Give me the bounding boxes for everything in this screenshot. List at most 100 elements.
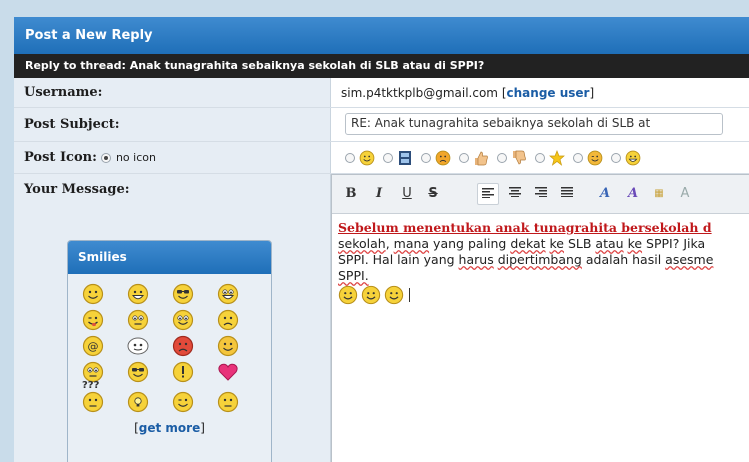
message-text-segment: sekolah [338,236,386,251]
thread-title: Reply to thread: Anak tunagrahita sebaik… [14,54,749,78]
message-line-1: Sebelum menentukan anak tunagrahita bers… [338,220,749,236]
post-icon-radio[interactable] [535,153,545,163]
reply-form: Post a New Reply Reply to thread: Anak t… [14,17,749,462]
username-value-cell: sim.p4tktkplb@gmail.com [change user] [331,78,749,107]
get-more-close: ] [200,421,205,435]
highlight-icon: A [627,186,639,201]
underline-button[interactable]: U [396,183,418,205]
username-row: Username: sim.p4tktkplb@gmail.com [chang… [14,78,749,108]
subject-input[interactable]: RE: Anak tunagrahita sebaiknya sekolah d… [345,113,723,135]
smiley-cool-icon[interactable] [172,283,194,305]
message-text-segment: harus [458,252,494,267]
message-editor[interactable]: B I U S A A ▦ A Sebelum menentukan anak … [331,174,749,462]
grid-icon: ▦ [654,188,664,199]
post-icon-options [331,142,749,173]
align-right-icon [535,187,547,198]
post-icon-option[interactable] [345,150,375,166]
highlight-button[interactable]: A [622,183,644,205]
smiley-question-icon[interactable]: ??? [82,380,104,413]
username-value: sim.p4tktkplb@gmail.com [341,86,498,100]
no-icon-label: no icon [115,151,156,164]
wink-icon [587,150,603,166]
smiley-big-smile-icon[interactable] [127,283,149,305]
align-left-button[interactable] [477,183,499,205]
smiley-smile-icon[interactable] [82,283,104,305]
message-text-segment: SLB [564,236,596,251]
smiley-blush-icon[interactable] [217,335,239,357]
message-line-2: sekolah, mana yang paling dekat ke SLB a… [338,236,749,252]
justify-icon [561,187,573,198]
thumbs-down-icon [511,150,527,166]
editor-content[interactable]: Sebelum menentukan anak tunagrahita bers… [338,220,749,305]
change-user-close: ] [589,86,595,100]
font-color-button[interactable]: A [594,183,616,205]
get-more-wrap: [get more] [68,421,271,435]
smiley-grin-icon[interactable] [217,283,239,305]
post-icon-option[interactable] [611,150,641,166]
smiley-frown-icon[interactable] [217,309,239,331]
post-icon-radio[interactable] [345,153,355,163]
align-left-icon [482,188,494,199]
message-line-3: SPPI. Hal lain yang harus dipertimbang a… [338,252,749,268]
message-text-segment: adalah hasil [581,252,666,267]
smiley-idea-icon[interactable] [127,391,149,413]
message-text-segment: mana [393,236,430,251]
message-label-text: Your Message: [24,182,130,197]
subject-label: Post Subject: [14,108,331,141]
message-text-segment: , [385,236,394,251]
smiley-tongue-icon[interactable] [172,309,194,331]
get-more-link[interactable]: get more [139,421,200,435]
smiley-sleepy-icon[interactable] [172,391,194,413]
post-icon-option[interactable] [421,150,451,166]
smiley-unsure-icon[interactable] [217,391,239,413]
no-icon-radio[interactable] [101,152,112,163]
smiley-cool-glasses-icon[interactable] [127,361,149,383]
post-icon-radio[interactable] [573,153,583,163]
message-text-segment: dekat [510,236,546,251]
message-text-segment: dipertimbang [497,252,582,267]
italic-button[interactable]: I [368,183,390,205]
smiley-heart-icon[interactable] [217,361,239,383]
subject-value-cell: RE: Anak tunagrahita sebaiknya sekolah d… [331,108,749,141]
post-icon-option[interactable] [459,150,489,166]
smiley-confused-icon[interactable] [127,309,149,331]
justify-button[interactable] [556,183,578,205]
message-text-segment: atau [595,236,624,251]
svg-text:@: @ [88,340,99,353]
angry-icon [435,150,451,166]
smiley-wink-icon[interactable] [82,309,104,331]
align-center-button[interactable] [504,183,526,205]
smiley-mad-icon[interactable] [172,335,194,357]
thumbs-up-icon [473,150,489,166]
post-icon-radio[interactable] [421,153,431,163]
post-icon-label: Post Icon: [24,150,97,165]
bold-button[interactable]: B [340,183,362,205]
post-icon-radio[interactable] [497,153,507,163]
editor-toolbar: B I U S A A ▦ A [332,175,749,214]
align-right-button[interactable] [530,183,552,205]
post-icon-radio[interactable] [459,153,469,163]
more-button[interactable]: ▦ [648,183,670,205]
post-icon-row: Post Icon: no icon [14,142,749,174]
change-user-link[interactable]: change user [507,86,590,100]
post-icon-option[interactable] [497,150,527,166]
post-icon-option[interactable] [535,150,565,166]
smilies-title: Smilies [68,241,271,274]
inserted-smile-icon [361,285,381,305]
post-icon-option[interactable] [383,150,413,166]
post-icon-radio[interactable] [383,153,393,163]
smiley-eyes-icon[interactable] [127,335,149,357]
font-size-icon: A [680,186,690,201]
form-title: Post a New Reply [14,17,749,54]
smilies-panel: Smilies @??? [get more] [67,240,272,462]
strikethrough-button[interactable]: S [422,183,444,205]
smiley-exclamation-icon[interactable] [172,361,194,383]
font-size-button[interactable]: A [674,183,696,205]
star-icon [549,150,565,166]
post-icon-list [345,150,649,166]
inserted-smile-icon [338,285,358,305]
smiley-at-icon[interactable]: @ [82,335,104,357]
post-icon-option[interactable] [573,150,603,166]
post-icon-radio[interactable] [611,153,621,163]
message-text-segment: ke [627,236,643,251]
